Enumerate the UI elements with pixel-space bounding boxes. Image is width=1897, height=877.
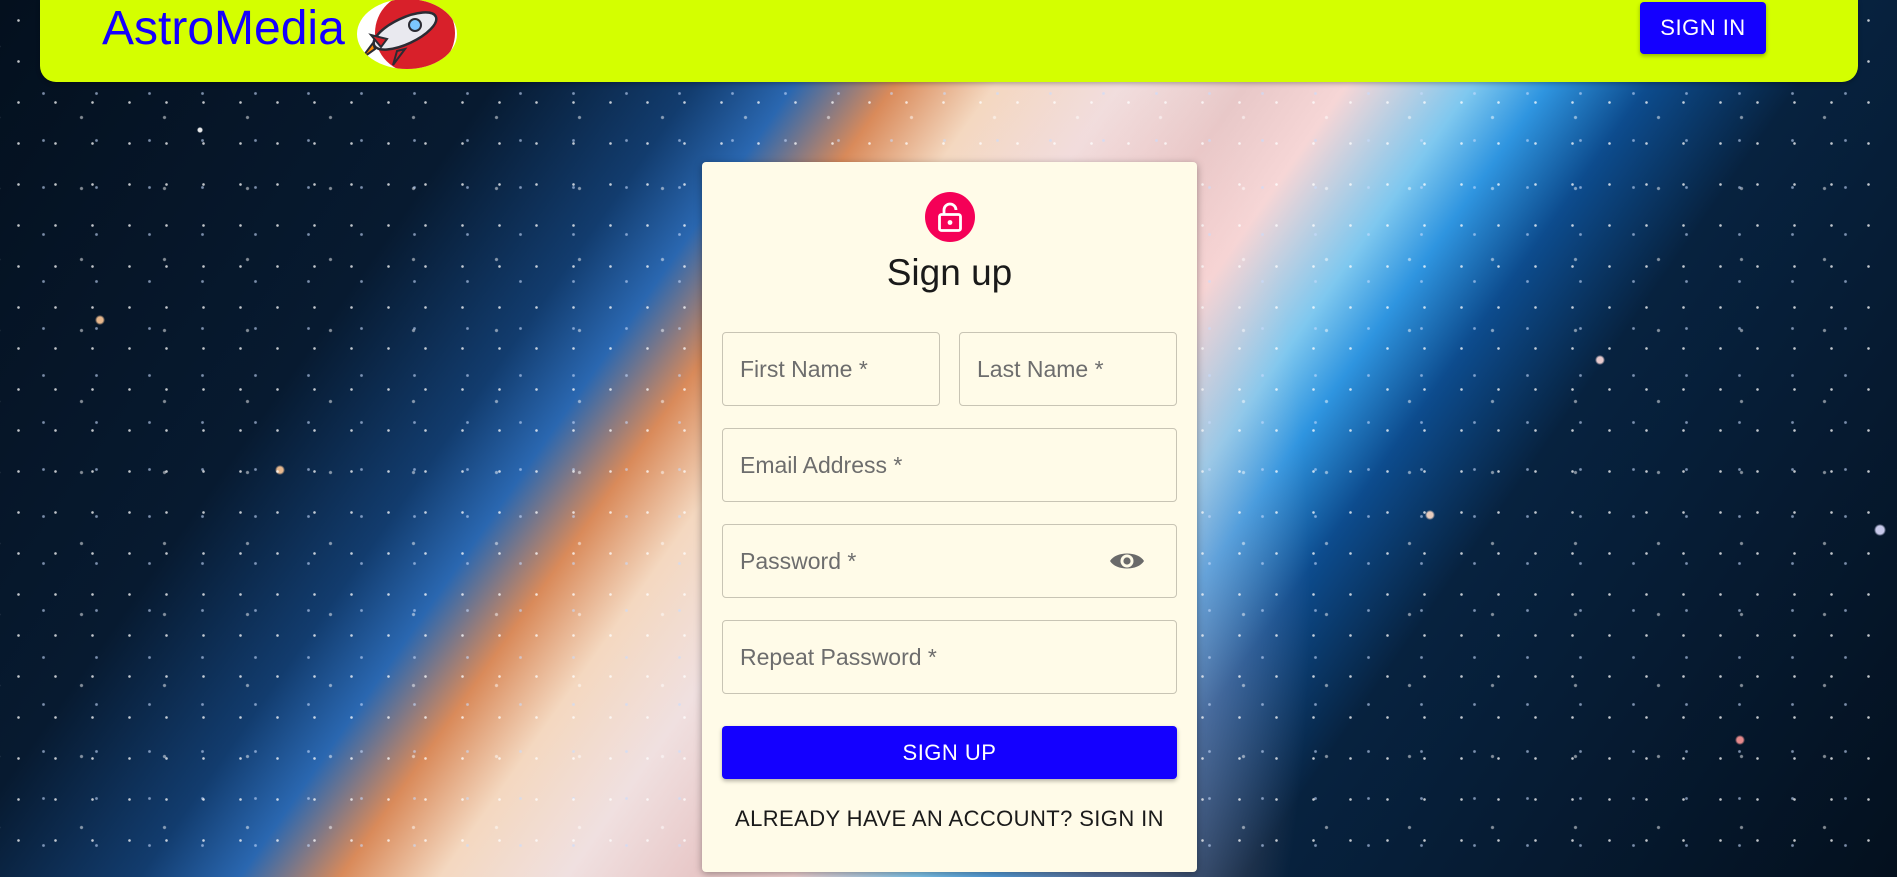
repeat-password-field[interactable]: Repeat Password * — [722, 620, 1177, 694]
password-label: Password * — [740, 547, 857, 574]
last-name-label: Last Name * — [977, 355, 1104, 382]
sign-up-button[interactable]: SIGN UP — [722, 726, 1177, 779]
rocket-logo-icon — [356, 0, 457, 69]
email-label: Email Address * — [740, 451, 903, 478]
last-name-field[interactable]: Last Name * — [959, 332, 1177, 406]
lock-open-icon — [925, 192, 975, 242]
header-sign-in-button[interactable]: SIGN IN — [1640, 2, 1766, 54]
first-name-label: First Name * — [740, 355, 868, 382]
first-name-field[interactable]: First Name * — [722, 332, 940, 406]
repeat-password-label: Repeat Password * — [740, 643, 937, 670]
password-field[interactable]: Password * — [722, 524, 1177, 598]
app-bar: AstroMedia SIGN IN — [40, 0, 1858, 82]
eye-icon[interactable] — [1108, 549, 1146, 573]
sign-up-card: Sign up First Name * Last Name * Email A… — [702, 162, 1197, 872]
brand[interactable]: AstroMedia — [102, 0, 457, 69]
brand-title: AstroMedia — [102, 2, 345, 55]
email-field[interactable]: Email Address * — [722, 428, 1177, 502]
sign-in-link[interactable]: ALREADY HAVE AN ACCOUNT? SIGN IN — [702, 806, 1197, 832]
form-title: Sign up — [886, 252, 1013, 293]
